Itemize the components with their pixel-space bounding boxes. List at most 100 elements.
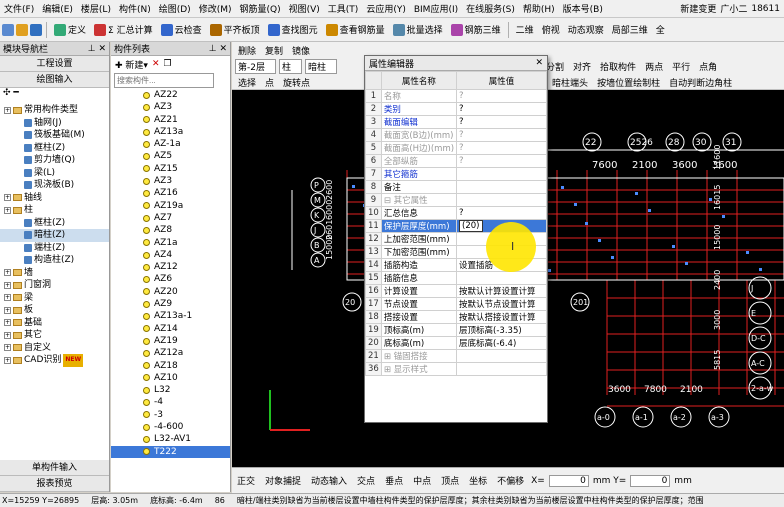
draw-tool-button[interactable]: 镜像 [289,43,313,58]
user-name[interactable]: 广小二 [720,2,747,15]
menu-item[interactable]: 钢筋量(Q) [235,2,284,15]
list-item[interactable]: AZ8 [111,224,230,236]
menu-item[interactable]: BIM应用(I) [410,2,462,15]
menu-item[interactable]: 楼层(L) [77,2,115,15]
list-item[interactable]: -4 [111,396,230,408]
tree-node[interactable]: 剪力墙(Q) [0,154,109,167]
search-input[interactable] [114,73,214,88]
project-settings-button[interactable]: 工程设置 [0,56,109,72]
list-item[interactable]: AZ16 [111,187,230,199]
list-item[interactable]: AZ14 [111,323,230,335]
report-preview-button[interactable]: 报表预览 [0,476,109,492]
snap-button[interactable]: 对象捕捉 [262,473,304,488]
property-row[interactable]: 1 名称? [365,89,547,103]
menu-item[interactable]: 构件(N) [115,2,155,15]
list-item[interactable]: T222 [111,445,230,458]
draw-tool-button[interactable]: 删除 [235,43,259,58]
property-row[interactable]: 9 ⊟ 其它属性 [365,193,547,207]
tree-node[interactable]: + 其它 [0,329,109,342]
snap-button[interactable]: 交点 [354,473,378,488]
menu-item[interactable]: 编辑(E) [38,2,77,15]
list-item[interactable]: AZ18 [111,360,230,372]
draw-tool-button[interactable]: 自动判断边角柱 [666,75,735,90]
snap-button[interactable]: 不偏移 [494,473,527,488]
sub-select[interactable]: 暗柱 [305,58,338,74]
tree-node[interactable]: + 板 [0,304,109,317]
snap-button[interactable]: 顶点 [438,473,462,488]
property-row[interactable]: 6 全部纵筋? [365,154,547,168]
new-change-button[interactable]: 新建变更 [680,2,716,15]
tree-node[interactable]: 轴网(J) [0,117,109,130]
menu-item[interactable]: 修改(M) [195,2,236,15]
expand-icon[interactable]: + [4,269,11,277]
y-input[interactable]: 0 [630,474,671,487]
list-item[interactable]: AZ9 [111,298,230,310]
quick-icon[interactable] [30,23,42,36]
property-row[interactable]: 16 计算设置 按默认计算设置计算 [365,284,547,298]
property-row[interactable]: 19 顶标高(m) 层顶标高(-3.35) [365,323,547,337]
expand-icon[interactable]: + [4,294,11,302]
snap-button[interactable]: 垂点 [382,473,406,488]
view-button[interactable]: 动态观察 [565,22,607,37]
tree-node[interactable]: 框柱(Z) [0,217,109,230]
toolbar-button[interactable]: 云检查 [158,22,205,37]
draw-tool-button[interactable]: 对齐 [570,59,594,74]
list-item[interactable]: AZ4 [111,249,230,261]
property-value[interactable]: ? [456,89,547,103]
expand-icon[interactable]: + [4,306,11,314]
list-item[interactable]: AZ12a [111,347,230,359]
expand-icon[interactable]: + [4,356,11,364]
property-row[interactable]: 5 截面高(H边)(mm)? [365,141,547,155]
tree-node[interactable]: 暗柱(Z) [0,229,109,242]
copy-icon[interactable]: ❐ [164,59,172,69]
property-row[interactable]: 8 备注 [365,180,547,194]
property-row[interactable]: 18 搭接设置 按默认搭接设置计算 [365,310,547,324]
property-row[interactable]: 2 类别? [365,102,547,116]
type-select[interactable]: 柱 [278,58,302,74]
property-row[interactable]: 17 节点设置 按默认节点设置计算 [365,297,547,311]
view-button[interactable]: 局部三维 [609,22,651,37]
new-component-button[interactable]: ✚ 新建▾ [115,58,148,71]
expand-icon[interactable]: + [4,319,11,327]
menu-item[interactable]: 云应用(Y) [362,2,410,15]
property-value[interactable] [456,167,547,181]
view-button[interactable]: 俯视 [539,22,563,37]
expand-icon[interactable]: + [4,206,11,214]
list-item[interactable]: AZ-1a [111,138,230,150]
tree-node[interactable]: + 墙 [0,267,109,280]
single-component-input-button[interactable]: 单构件输入 [0,460,109,476]
list-item[interactable]: AZ20 [111,286,230,298]
draw-tool-button[interactable]: 点角 [696,59,720,74]
property-value[interactable]: ? [456,206,547,220]
view-button[interactable]: 二维 [513,22,537,37]
property-value[interactable]: ? [456,141,547,155]
menu-item[interactable]: 工具(T) [324,2,363,15]
expand-icon[interactable]: + [4,194,11,202]
draw-tool-button[interactable]: 复制 [262,43,286,58]
list-item[interactable]: AZ15 [111,163,230,175]
tree-node[interactable]: + 自定义 [0,342,109,355]
property-value[interactable]: ? [456,102,547,116]
menu-item[interactable]: 文件(F) [0,2,38,15]
tree-node[interactable]: + CAD识别 NEW [0,354,109,367]
tree-node[interactable]: + 基础 [0,317,109,330]
list-item[interactable]: AZ19 [111,335,230,347]
tree-node[interactable]: 筏板基础(M) [0,129,109,142]
toolbar-button[interactable]: Σ 汇总计算 [91,22,156,37]
expand-icon[interactable]: + [4,281,11,289]
property-value[interactable]: 层底标高(-6.4) [456,336,547,350]
menu-item[interactable]: 视图(V) [285,2,324,15]
list-item[interactable]: AZ1a [111,237,230,249]
expand-icon[interactable]: + [4,344,11,352]
pin-close-icons[interactable]: ⊥ ✕ [209,44,227,54]
list-item[interactable]: AZ3 [111,101,230,113]
property-value[interactable] [456,271,547,285]
list-item[interactable]: AZ12 [111,261,230,273]
drawing-input-button[interactable]: 绘图输入 [0,72,109,88]
property-row[interactable]: 3 截面编辑? [365,115,547,129]
toolbar-button[interactable]: 钢筋三维 [448,22,504,37]
list-item[interactable]: -3 [111,409,230,421]
list-item[interactable]: AZ22 [111,89,230,101]
menu-item[interactable]: 帮助(H) [519,2,559,15]
property-row[interactable]: 4 截面宽(B边)(mm)? [365,128,547,142]
